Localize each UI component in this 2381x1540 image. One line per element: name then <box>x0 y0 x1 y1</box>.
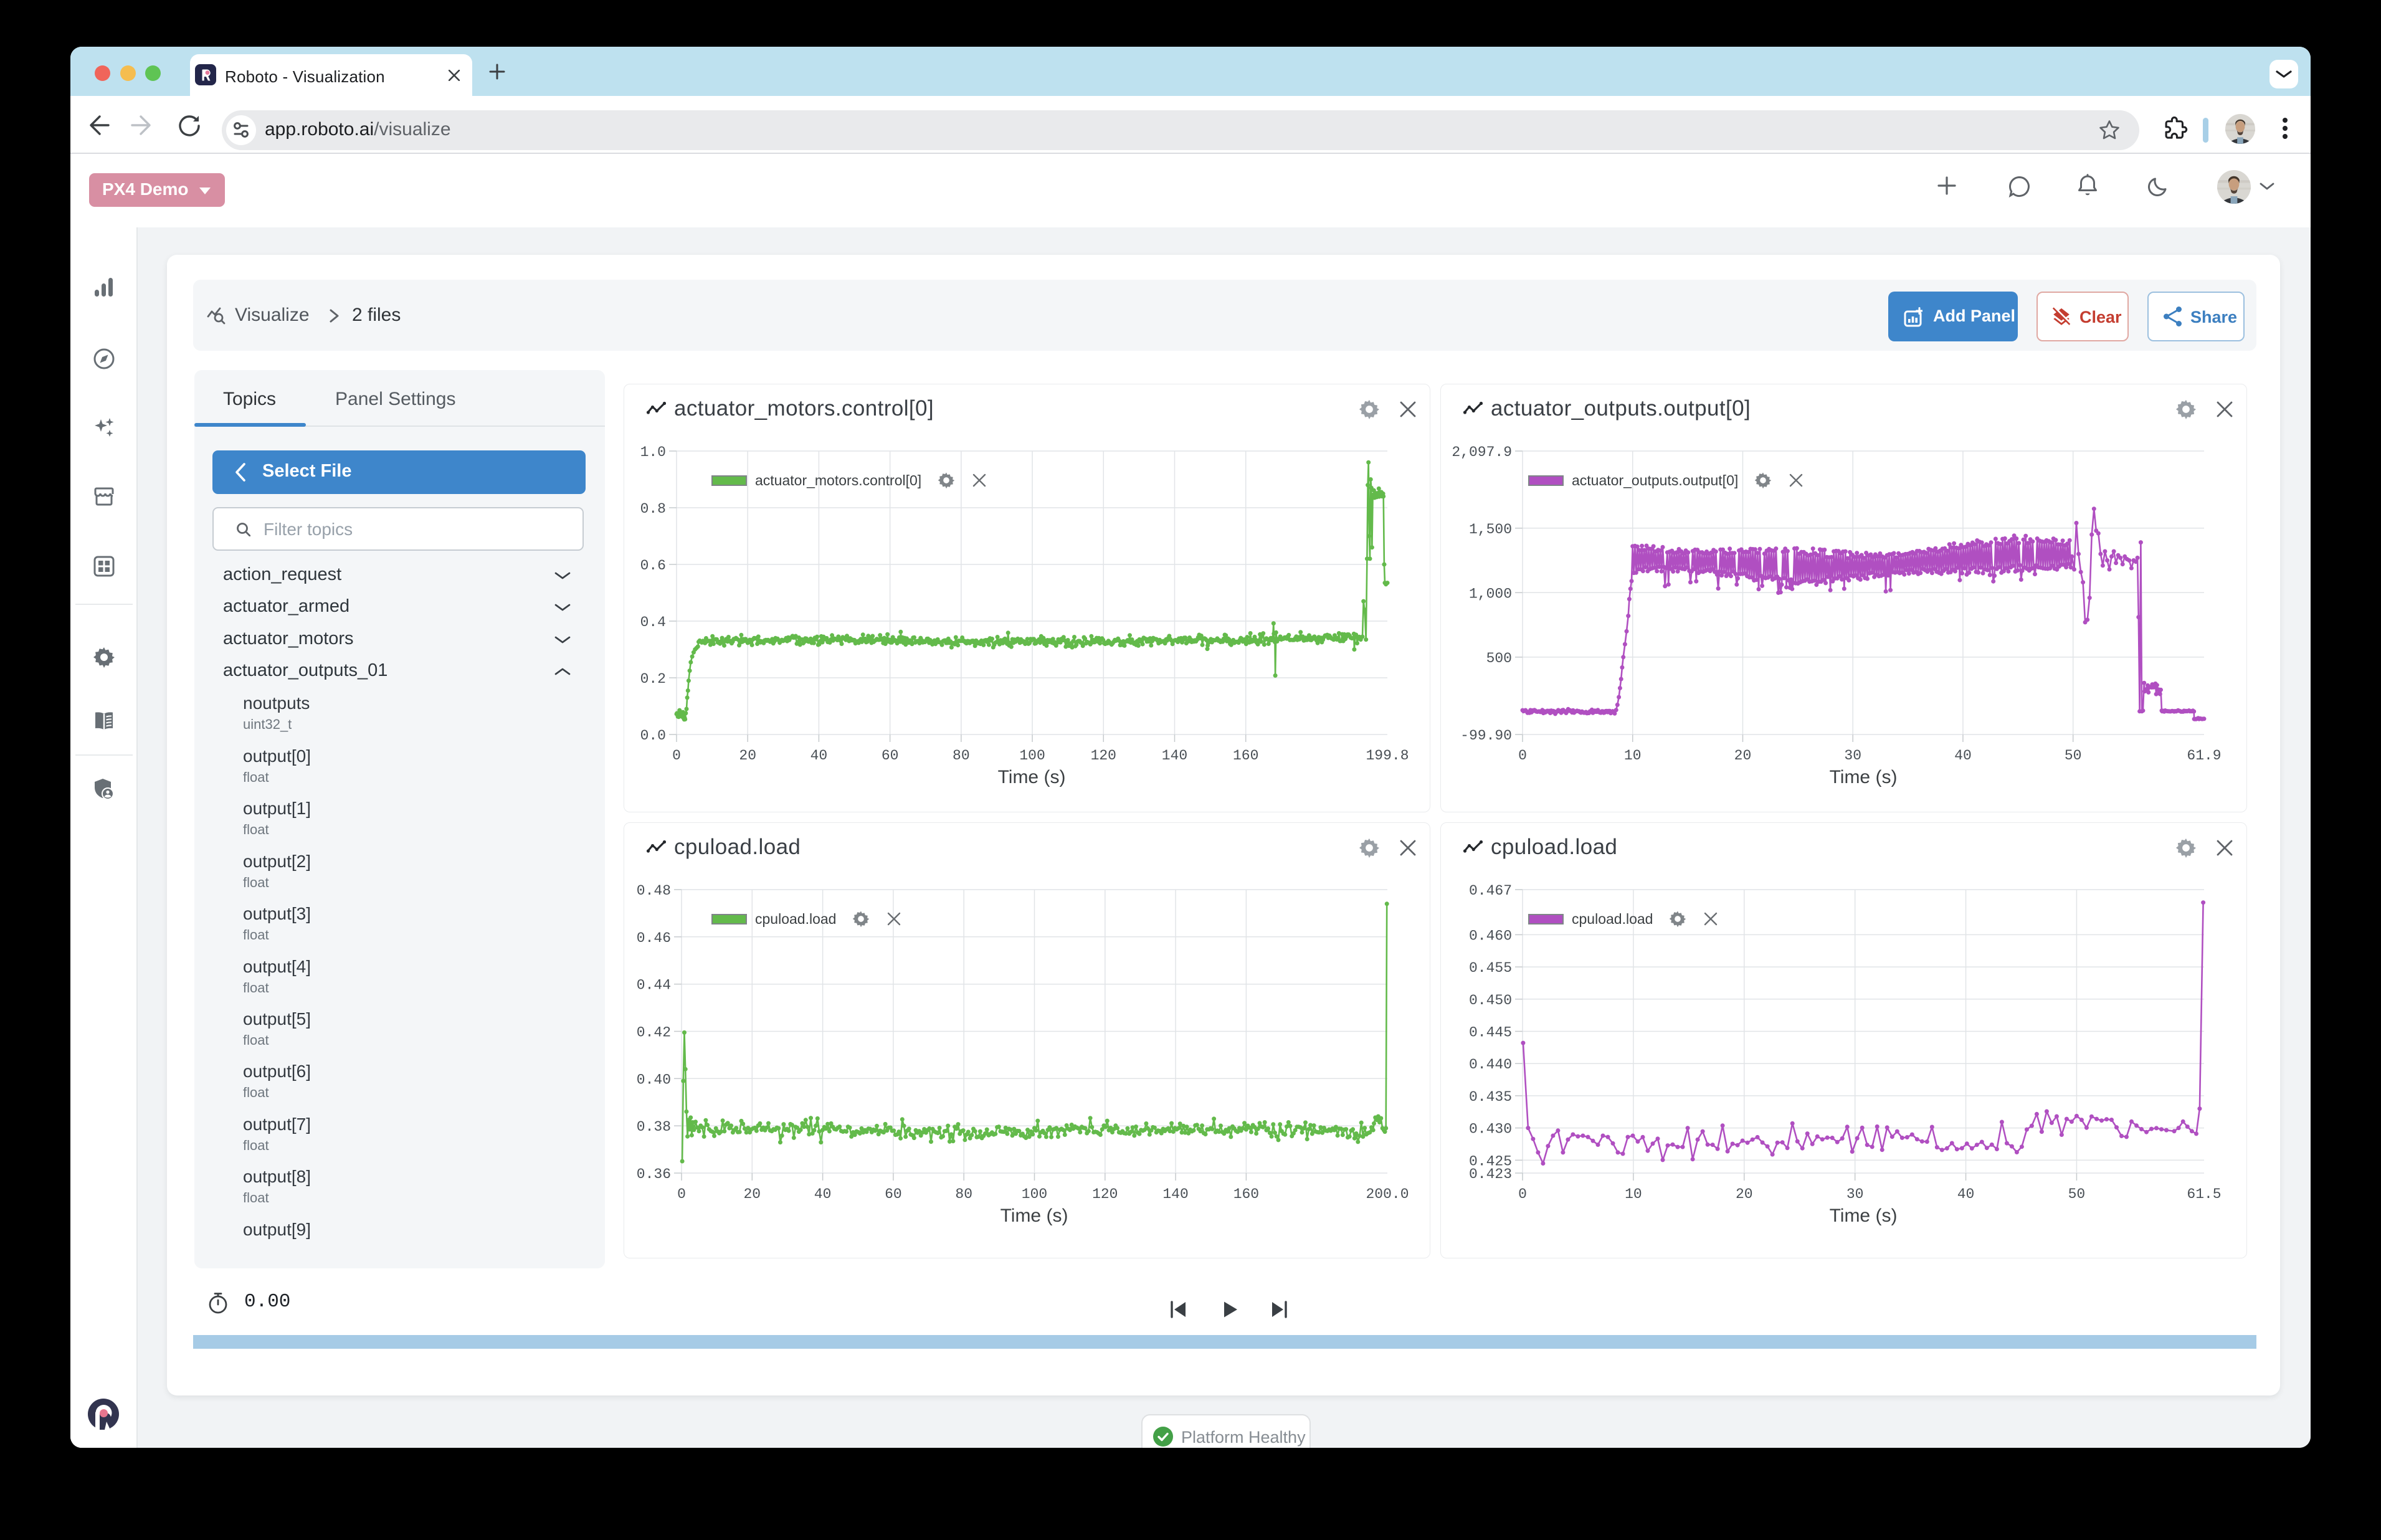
svg-text:140: 140 <box>1162 1186 1188 1202</box>
svg-text:30: 30 <box>1846 1186 1864 1202</box>
svg-text:Time (s): Time (s) <box>1000 1205 1068 1226</box>
svg-text:100: 100 <box>1022 1186 1047 1202</box>
svg-text:40: 40 <box>1957 1186 1975 1202</box>
svg-text:0: 0 <box>672 748 681 764</box>
svg-text:Time (s): Time (s) <box>1830 767 1898 787</box>
svg-text:0.8: 0.8 <box>640 501 666 517</box>
svg-text:10: 10 <box>1624 748 1642 764</box>
svg-text:0.36: 0.36 <box>637 1166 671 1182</box>
svg-text:0.450: 0.450 <box>1469 992 1512 1009</box>
svg-text:40: 40 <box>1954 748 1972 764</box>
svg-text:0: 0 <box>1518 1186 1527 1202</box>
svg-text:20: 20 <box>743 1186 761 1202</box>
svg-text:0.445: 0.445 <box>1469 1025 1512 1041</box>
svg-text:30: 30 <box>1844 748 1861 764</box>
svg-text:50: 50 <box>2068 1186 2086 1202</box>
svg-text:0.48: 0.48 <box>637 883 671 899</box>
svg-text:140: 140 <box>1162 748 1187 764</box>
svg-text:20: 20 <box>739 748 756 764</box>
svg-text:199.8: 199.8 <box>1366 748 1409 764</box>
svg-text:0.6: 0.6 <box>640 558 666 574</box>
svg-text:20: 20 <box>1736 1186 1753 1202</box>
svg-text:120: 120 <box>1092 1186 1118 1202</box>
svg-text:160: 160 <box>1233 748 1258 764</box>
svg-text:200.0: 200.0 <box>1366 1186 1409 1202</box>
svg-text:1,000: 1,000 <box>1469 586 1512 602</box>
svg-text:0.4: 0.4 <box>640 614 666 630</box>
svg-text:2,097.9: 2,097.9 <box>1452 444 1512 460</box>
svg-text:0.430: 0.430 <box>1469 1121 1512 1138</box>
svg-text:0: 0 <box>1518 748 1527 764</box>
svg-text:1.0: 1.0 <box>640 444 666 460</box>
svg-text:0.435: 0.435 <box>1469 1089 1512 1105</box>
svg-text:0: 0 <box>677 1186 686 1202</box>
svg-text:-99.90: -99.90 <box>1460 728 1512 744</box>
svg-text:0.44: 0.44 <box>637 977 671 994</box>
svg-text:Time (s): Time (s) <box>998 767 1066 787</box>
svg-text:10: 10 <box>1625 1186 1642 1202</box>
svg-text:0.40: 0.40 <box>637 1072 671 1088</box>
svg-text:60: 60 <box>882 748 899 764</box>
svg-text:0.42: 0.42 <box>637 1025 671 1041</box>
svg-text:80: 80 <box>953 748 970 764</box>
svg-text:80: 80 <box>955 1186 972 1202</box>
svg-text:0.467: 0.467 <box>1469 883 1512 899</box>
svg-text:40: 40 <box>810 748 828 764</box>
svg-text:0.423: 0.423 <box>1469 1166 1512 1182</box>
svg-text:0.38: 0.38 <box>637 1119 671 1135</box>
svg-text:100: 100 <box>1019 748 1045 764</box>
svg-text:60: 60 <box>885 1186 902 1202</box>
svg-text:0.455: 0.455 <box>1469 960 1512 976</box>
svg-text:0.2: 0.2 <box>640 671 666 687</box>
svg-text:50: 50 <box>2065 748 2082 764</box>
svg-text:Time (s): Time (s) <box>1830 1205 1898 1226</box>
svg-text:160: 160 <box>1233 1186 1259 1202</box>
svg-text:0.460: 0.460 <box>1469 928 1512 944</box>
svg-text:0.440: 0.440 <box>1469 1057 1512 1073</box>
svg-text:500: 500 <box>1486 650 1512 667</box>
svg-text:120: 120 <box>1091 748 1116 764</box>
svg-text:1,500: 1,500 <box>1469 521 1512 538</box>
svg-text:0.0: 0.0 <box>640 728 666 744</box>
svg-text:40: 40 <box>814 1186 832 1202</box>
svg-text:61.9: 61.9 <box>2187 748 2221 764</box>
svg-text:20: 20 <box>1734 748 1752 764</box>
svg-text:61.5: 61.5 <box>2187 1186 2221 1202</box>
svg-text:0.46: 0.46 <box>637 930 671 946</box>
